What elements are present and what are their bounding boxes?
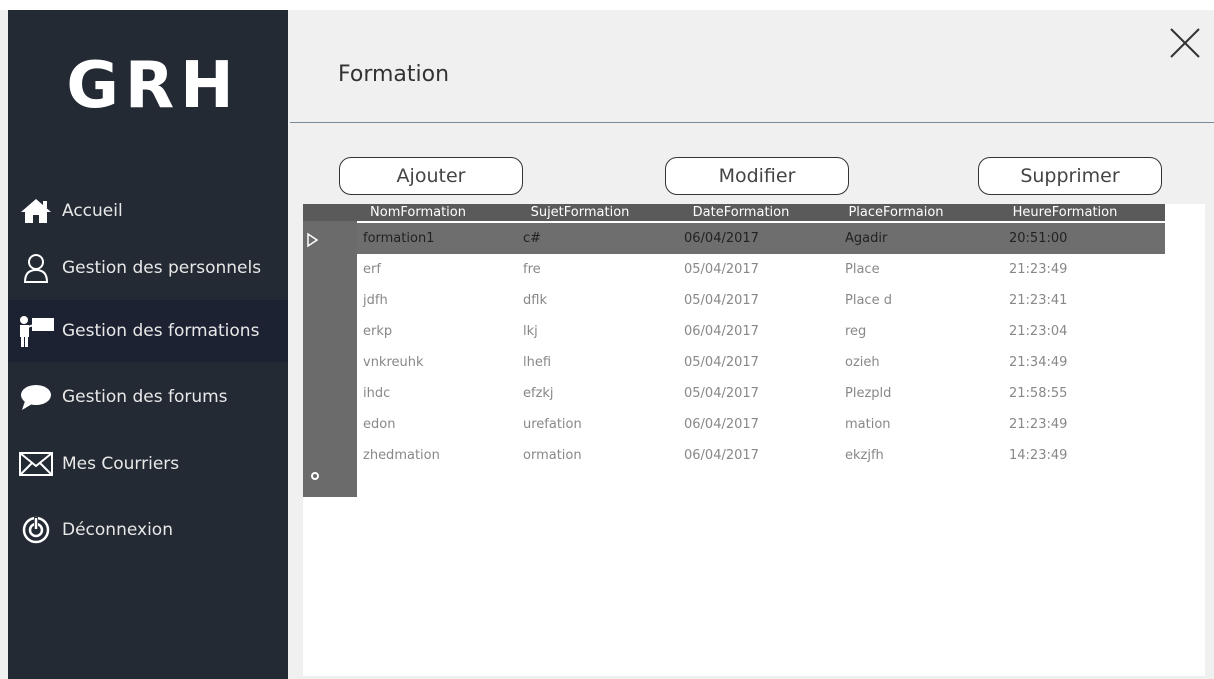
- column-header[interactable]: SujetFormation: [515, 204, 645, 221]
- main-panel: Formation Ajouter Modifier Supprimer Nom…: [288, 10, 1214, 679]
- table-row[interactable]: jdfh dflk 05/04/2017 Place d 21:23:41: [357, 285, 1165, 316]
- current-row-marker-icon: [307, 232, 319, 248]
- table-cell: Place: [845, 262, 880, 277]
- table-cell: 06/04/2017: [684, 231, 759, 246]
- table-cell: 05/04/2017: [684, 262, 759, 277]
- table-row[interactable]: erkp lkj 06/04/2017 reg 21:23:04: [357, 316, 1165, 347]
- table-cell: mation: [845, 417, 891, 432]
- sidebar-item-formations[interactable]: Gestion des formations: [8, 300, 288, 362]
- table-cell: lhefi: [523, 355, 552, 370]
- sidebar: GRH Accueil Gestion des personnels Gesti…: [8, 10, 288, 679]
- table-cell: 06/04/2017: [684, 448, 759, 463]
- chat-icon: [16, 382, 56, 412]
- table-row[interactable]: erf fre 05/04/2017 Place 21:23:49: [357, 254, 1165, 285]
- sidebar-item-courriers[interactable]: Mes Courriers: [8, 433, 288, 495]
- new-row-marker-icon: [311, 472, 319, 480]
- table-cell: 21:23:04: [1009, 324, 1068, 339]
- table-cell: edon: [363, 417, 396, 432]
- column-header[interactable]: PlaceFormaion: [835, 204, 957, 221]
- presenter-icon: [16, 316, 56, 347]
- table-cell: fre: [523, 262, 541, 277]
- page-title: Formation: [338, 62, 450, 87]
- table-cell: 21:58:55: [1009, 386, 1068, 401]
- table-cell: 20:51:00: [1009, 231, 1068, 246]
- table-cell: vnkreuhk: [363, 355, 424, 370]
- table-row[interactable]: vnkreuhk lhefi 05/04/2017 ozieh 21:34:49: [357, 347, 1165, 378]
- table-cell: erkp: [363, 324, 393, 339]
- close-icon[interactable]: [1168, 26, 1202, 60]
- table-cell: erf: [363, 262, 381, 277]
- add-button[interactable]: Ajouter: [339, 157, 523, 195]
- table-cell: 05/04/2017: [684, 355, 759, 370]
- app-logo: GRH: [66, 49, 240, 123]
- table-cell: zhedmation: [363, 448, 440, 463]
- row-header-column: [303, 204, 357, 497]
- table-cell: dflk: [523, 293, 547, 308]
- table-cell: 21:23:49: [1009, 417, 1068, 432]
- table-cell: jdfh: [363, 293, 388, 308]
- table-cell: 21:23:41: [1009, 293, 1068, 308]
- column-header[interactable]: DateFormation: [677, 204, 805, 221]
- table-cell: formation1: [363, 231, 435, 246]
- sidebar-item-accueil[interactable]: Accueil: [8, 180, 288, 242]
- sidebar-item-label: Déconnexion: [62, 520, 173, 540]
- table-cell: 21:34:49: [1009, 355, 1068, 370]
- home-icon: [16, 196, 56, 226]
- table-cell: ormation: [523, 448, 582, 463]
- grid-header: NomFormation SujetFormation DateFormatio…: [303, 204, 1165, 221]
- sidebar-item-label: Gestion des forums: [62, 387, 228, 407]
- table-cell: 06/04/2017: [684, 417, 759, 432]
- table-row[interactable]: formation1 c# 06/04/2017 Agadir 20:51:00: [357, 223, 1165, 254]
- table-cell: efzkj: [523, 386, 554, 401]
- table-cell: ekzjfh: [845, 448, 884, 463]
- power-icon: [16, 515, 56, 545]
- table-cell: urefation: [523, 417, 582, 432]
- edit-button[interactable]: Modifier: [665, 157, 849, 195]
- table-cell: lkj: [523, 324, 538, 339]
- sidebar-item-label: Gestion des personnels: [62, 258, 262, 278]
- table-row[interactable]: ihdc efzkj 05/04/2017 Plezpld 21:58:55: [357, 378, 1165, 409]
- table-cell: Plezpld: [845, 386, 892, 401]
- envelope-icon: [16, 449, 56, 479]
- title-divider: [290, 122, 1214, 123]
- table-cell: ihdc: [363, 386, 391, 401]
- table-row[interactable]: zhedmation ormation 06/04/2017 ekzjfh 14…: [357, 440, 1165, 471]
- sidebar-item-personnels[interactable]: Gestion des personnels: [8, 237, 288, 299]
- table-cell: Agadir: [845, 231, 888, 246]
- table-cell: 14:23:49: [1009, 448, 1068, 463]
- sidebar-item-deconnexion[interactable]: Déconnexion: [8, 499, 288, 561]
- sidebar-item-forums[interactable]: Gestion des forums: [8, 366, 288, 428]
- sidebar-item-label: Accueil: [62, 201, 123, 221]
- table-cell: c#: [523, 231, 542, 246]
- table-cell: 05/04/2017: [684, 293, 759, 308]
- table-row[interactable]: edon urefation 06/04/2017 mation 21:23:4…: [357, 409, 1165, 440]
- formations-grid[interactable]: NomFormation SujetFormation DateFormatio…: [303, 204, 1205, 676]
- top-strip: [0, 0, 1214, 10]
- table-cell: 21:23:49: [1009, 262, 1068, 277]
- delete-button[interactable]: Supprimer: [978, 157, 1162, 195]
- column-header[interactable]: HeureFormation: [999, 204, 1131, 221]
- table-cell: reg: [845, 324, 867, 339]
- table-cell: Place d: [845, 293, 892, 308]
- column-header[interactable]: NomFormation: [357, 204, 479, 221]
- table-cell: 05/04/2017: [684, 386, 759, 401]
- user-icon: [16, 253, 56, 283]
- table-cell: ozieh: [845, 355, 880, 370]
- sidebar-item-label: Gestion des formations: [62, 321, 260, 341]
- table-cell: 06/04/2017: [684, 324, 759, 339]
- sidebar-item-label: Mes Courriers: [62, 454, 180, 474]
